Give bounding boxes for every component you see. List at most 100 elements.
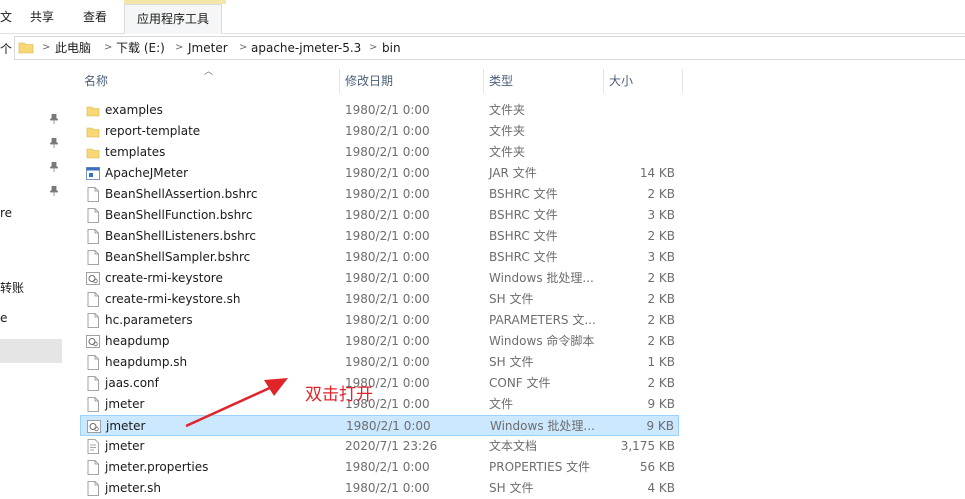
breadcrumb-chevron-icon[interactable]: > (104, 37, 112, 59)
file-size: 2 KB (647, 229, 675, 243)
file-date: 1980/2/1 0:00 (345, 145, 430, 159)
file-date: 1980/2/1 0:00 (345, 103, 430, 117)
pin-icon[interactable] (50, 114, 58, 124)
file-date: 1980/2/1 0:00 (345, 124, 430, 138)
pin-icon[interactable] (50, 138, 58, 148)
file-type: BSHRC 文件 (489, 187, 558, 201)
nav-item-re[interactable]: re (0, 206, 12, 220)
file-row[interactable]: ApacheJMeter 1980/2/1 0:00 JAR 文件 14 KB (80, 163, 679, 184)
file-row[interactable]: jaas.conf 1980/2/1 0:00 CONF 文件 2 KB (80, 373, 679, 394)
file-size: 9 KB (646, 419, 674, 433)
ribbon-tab-view[interactable]: 查看 (83, 0, 107, 33)
file-row[interactable]: jmeter 1980/2/1 0:00 文件 9 KB (80, 394, 679, 415)
breadcrumb-drive[interactable]: 下载 (E:) (116, 37, 165, 59)
nav-item-selected[interactable] (0, 339, 62, 363)
file-row[interactable]: report-template 1980/2/1 0:00 文件夹 (80, 121, 679, 142)
file-name: BeanShellListeners.bshrc (105, 229, 256, 243)
file-type: 文件夹 (489, 145, 526, 159)
ribbon-tab-app-tools[interactable]: 应用程序工具 (124, 4, 223, 34)
file-type: 文件夹 (489, 124, 526, 138)
file-icon (87, 250, 99, 265)
file-size: 3 KB (647, 208, 675, 222)
column-divider[interactable] (483, 69, 484, 93)
breadcrumb-chevron-icon[interactable]: > (239, 37, 247, 59)
file-size: 2 KB (647, 271, 675, 285)
file-name: hc.parameters (105, 313, 193, 327)
jar-icon (86, 167, 100, 180)
file-name: jmeter (105, 397, 145, 411)
file-icon (87, 376, 99, 391)
breadcrumb-chevron-icon[interactable]: > (175, 37, 183, 59)
file-row[interactable]: create-rmi-keystore.sh 1980/2/1 0:00 SH 文件… (80, 289, 679, 310)
file-size: 2 KB (647, 334, 675, 348)
file-row[interactable]: BeanShellAssertion.bshrc 1980/2/1 0:00 BSH… (80, 184, 679, 205)
file-date: 1980/2/1 0:00 (345, 271, 430, 285)
annotation-arrow-icon (185, 378, 288, 428)
file-name: templates (105, 145, 166, 159)
ribbon-tab-share[interactable]: 共享 (30, 0, 54, 33)
file-name: heapdump.sh (105, 355, 188, 369)
folder-icon (86, 127, 100, 138)
ribbon: 文 共享 查看 应用程序工具 (0, 0, 965, 34)
pin-icon[interactable] (50, 186, 58, 196)
file-row[interactable]: BeanShellFunction.bshrc 1980/2/1 0:00 BSHR… (80, 205, 679, 226)
file-type: 文件夹 (489, 103, 526, 117)
file-row[interactable]: BeanShellListeners.bshrc 1980/2/1 0:00 BSH… (80, 226, 679, 247)
text-icon (87, 439, 99, 454)
file-row[interactable]: hc.parameters 1980/2/1 0:00 PARAMETERS 文..… (80, 310, 679, 331)
breadcrumb-this-pc[interactable]: 此电脑 (55, 37, 91, 59)
file-type: 文件 (489, 397, 514, 411)
file-date: 1980/2/1 0:00 (345, 229, 430, 243)
file-type: Windows 批处理... (490, 419, 595, 433)
breadcrumb-apache-jmeter[interactable]: apache-jmeter-5.3 (251, 37, 361, 59)
column-header-date[interactable]: 修改日期 (345, 69, 393, 93)
file-size: 3,175 KB (620, 439, 675, 453)
file-type: SH 文件 (489, 355, 534, 369)
file-date: 1980/2/1 0:00 (345, 313, 430, 327)
file-name: BeanShellFunction.bshrc (105, 208, 253, 222)
file-size: 2 KB (647, 292, 675, 306)
file-row[interactable]: heapdump.sh 1980/2/1 0:00 SH 文件 1 KB (80, 352, 679, 373)
nav-up-fragment[interactable]: 个 (0, 40, 12, 57)
file-row[interactable]: templates 1980/2/1 0:00 文件夹 (80, 142, 679, 163)
file-date: 1980/2/1 0:00 (345, 187, 430, 201)
column-header-type[interactable]: 类型 (489, 69, 513, 93)
file-name: create-rmi-keystore (105, 271, 223, 285)
file-type: BSHRC 文件 (489, 250, 558, 264)
file-size: 9 KB (647, 397, 675, 411)
file-type: PROPERTIES 文件 (489, 460, 591, 474)
column-header-name[interactable]: 名称 (84, 69, 108, 93)
file-icon (87, 355, 99, 370)
file-date: 1980/2/1 0:00 (345, 250, 430, 264)
file-row[interactable]: examples 1980/2/1 0:00 文件夹 (80, 100, 679, 121)
breadcrumb-chevron-icon[interactable]: > (369, 37, 377, 59)
file-row[interactable]: jmeter 1980/2/1 0:00 Windows 批处理... 9 KB (80, 415, 679, 436)
address-bar[interactable]: > 此电脑 > 下载 (E:) > Jmeter > apache-jmeter… (14, 36, 965, 60)
column-divider[interactable] (603, 69, 604, 93)
file-row[interactable]: BeanShellSampler.bshrc 1980/2/1 0:00 BSHRC… (80, 247, 679, 268)
file-row[interactable]: heapdump 1980/2/1 0:00 Windows 命令脚本 2 KB (80, 331, 679, 352)
pin-icon[interactable] (50, 162, 58, 172)
file-date: 1980/2/1 0:00 (345, 208, 430, 222)
file-row[interactable]: create-rmi-keystore 1980/2/1 0:00 Windows … (80, 268, 679, 289)
column-divider[interactable] (682, 69, 683, 93)
column-divider[interactable] (339, 69, 340, 93)
batch-icon (87, 420, 101, 433)
file-date: 1980/2/1 0:00 (345, 334, 430, 348)
batch-icon (86, 335, 100, 348)
column-header-size[interactable]: 大小 (609, 69, 633, 93)
file-size: 3 KB (647, 250, 675, 264)
ribbon-tab-file[interactable]: 文 (0, 0, 12, 33)
breadcrumb-jmeter[interactable]: Jmeter (188, 37, 228, 59)
nav-item-e[interactable]: e (0, 311, 7, 325)
file-icon (87, 313, 99, 328)
folder-icon (18, 42, 34, 54)
file-date: 1980/2/1 0:00 (345, 460, 430, 474)
file-type: BSHRC 文件 (489, 229, 558, 243)
file-row[interactable]: jmeter.properties 1980/2/1 0:00 PROPERTIES… (80, 457, 679, 478)
breadcrumb-chevron-icon[interactable]: > (42, 37, 50, 59)
breadcrumb-bin[interactable]: bin (382, 37, 401, 59)
file-row[interactable]: jmeter 2020/7/1 23:26 文本文档 3,175 KB (80, 436, 679, 457)
nav-item-transfer[interactable]: 转账 (0, 279, 24, 296)
file-icon (87, 397, 99, 412)
